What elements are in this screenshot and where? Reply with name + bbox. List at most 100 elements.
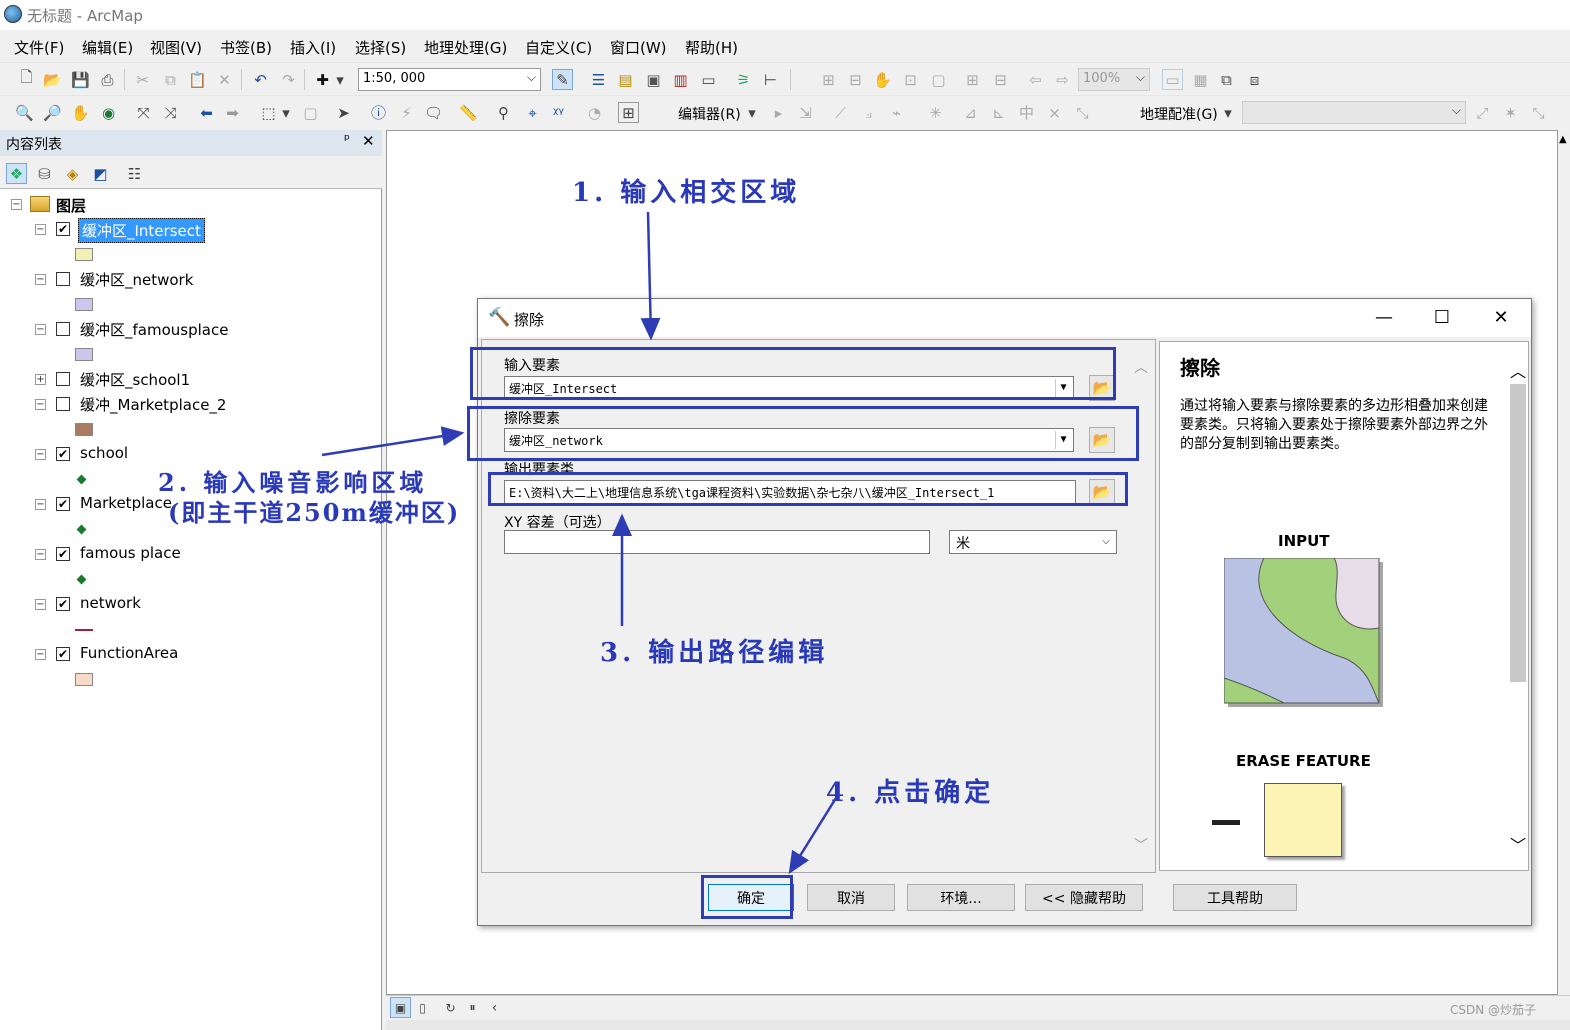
layer-visibility-checkbox[interactable]: ✔ <box>56 497 70 511</box>
cancel-button[interactable]: 取消 <box>807 884 895 911</box>
fixed-zoom-in-icon[interactable]: ⤧ <box>133 102 154 123</box>
redo-icon[interactable]: ↷ <box>278 69 299 90</box>
layer-visibility-checkbox[interactable]: ✔ <box>56 222 70 236</box>
time-slider-icon[interactable]: ◔ <box>584 102 605 123</box>
hide-help-button[interactable]: << 隐藏帮助 <box>1025 884 1143 911</box>
search-window-icon[interactable]: ▣ <box>643 69 664 90</box>
layer-symbol-swatch[interactable] <box>75 348 93 361</box>
pan-hand-icon[interactable]: ✋ <box>70 102 91 123</box>
layer-visibility-checkbox[interactable] <box>56 372 70 386</box>
chevron-down-icon[interactable]: ▾ <box>1222 102 1234 123</box>
measure-ruler-icon[interactable]: 📏 <box>458 102 479 123</box>
layer-expander[interactable]: − <box>35 324 46 335</box>
pause-drawing-icon[interactable]: ⏸ <box>462 997 483 1018</box>
zoom-percent-combo[interactable]: 100% ⌵ <box>1078 68 1150 91</box>
previous-extent-page-icon[interactable]: ⇦ <box>1025 69 1046 90</box>
zoom-out-page-icon[interactable]: ⊟ <box>990 69 1011 90</box>
menu-selection[interactable]: 选择(S) <box>355 37 406 58</box>
layer-name-school[interactable]: school <box>80 444 128 462</box>
layer-name-marketplace-buffer[interactable]: 缓冲_Marketplace_2 <box>80 394 226 415</box>
help-scrollbar[interactable]: ︿ ﹀ <box>1508 352 1528 868</box>
layer-expander[interactable]: − <box>35 224 46 235</box>
layer-name-network[interactable]: network <box>80 594 141 612</box>
open-folder-icon[interactable]: 📂 <box>42 69 63 90</box>
edit-vertices-icon[interactable]: ⊿ <box>960 102 981 123</box>
scroll-up-icon[interactable]: ︿ <box>1134 357 1148 377</box>
list-by-selection-icon[interactable]: ◩ <box>90 163 111 184</box>
copy-icon[interactable]: ⧉ <box>160 69 181 90</box>
scroll-up-icon[interactable]: ▲ <box>1559 134 1567 145</box>
menu-file[interactable]: 文件(F) <box>14 37 64 58</box>
model-builder-icon[interactable]: ⚞ <box>733 69 754 90</box>
layer-name-famous-place[interactable]: famous place <box>80 544 181 562</box>
zoom-100-icon[interactable]: ▢ <box>928 69 949 90</box>
zoom-in-page-icon[interactable]: ⊞ <box>962 69 983 90</box>
list-by-source-icon[interactable]: ⛁ <box>34 163 55 184</box>
create-viewer-icon[interactable]: ⊞ <box>618 102 639 123</box>
paste-icon[interactable]: 📋 <box>187 69 208 90</box>
data-view-icon[interactable]: ▣ <box>390 997 411 1018</box>
list-by-drawing-order-icon[interactable]: ❖ <box>6 163 27 184</box>
layer-name-network-buffer[interactable]: 缓冲区_network <box>80 269 193 290</box>
minimize-icon[interactable]: — <box>1364 305 1404 331</box>
new-document-icon[interactable]: 🗋 <box>16 68 37 90</box>
print-icon[interactable]: ⎙ <box>97 69 118 90</box>
layer-expander[interactable]: − <box>35 274 46 285</box>
menu-insert[interactable]: 插入(I) <box>290 37 336 58</box>
zoom-whole-page-icon[interactable]: ⊡ <box>900 69 921 90</box>
toggle-draft-mode-icon[interactable]: ▭ <box>1162 69 1183 90</box>
cut-icon[interactable]: ✂ <box>132 69 153 90</box>
menu-customize[interactable]: 自定义(C) <box>525 37 592 58</box>
menu-help[interactable]: 帮助(H) <box>685 37 738 58</box>
georeferencing-menu[interactable]: 地理配准(G) <box>1140 104 1218 124</box>
split-tool-icon[interactable]: ⨯ <box>1044 102 1065 123</box>
root-expander[interactable]: − <box>11 199 22 210</box>
layer-name-school-buffer[interactable]: 缓冲区_school1 <box>80 369 190 390</box>
arctoolbox-icon[interactable]: ▥ <box>670 69 691 90</box>
catalog-window-icon[interactable]: ▤ <box>615 69 636 90</box>
layer-visibility-checkbox[interactable]: ✔ <box>56 547 70 561</box>
scroll-left-icon[interactable]: ‹ <box>484 997 505 1018</box>
layer-expander[interactable]: − <box>35 549 46 560</box>
measure-icon[interactable]: ⊢ <box>760 69 781 90</box>
add-control-points-icon[interactable]: ⤢ <box>1472 102 1493 123</box>
layer-visibility-checkbox[interactable]: ✔ <box>56 597 70 611</box>
layer-symbol-swatch[interactable] <box>75 298 93 311</box>
find-binoculars-icon[interactable]: ⚲ <box>493 102 514 123</box>
refresh-icon[interactable]: ↻ <box>440 997 461 1018</box>
add-data-icon[interactable]: ✚ <box>312 69 333 90</box>
layer-name-functionarea[interactable]: FunctionArea <box>80 644 178 662</box>
pan-page-icon[interactable]: ✋ <box>872 69 893 90</box>
xy-unit-select[interactable]: 米 ⌵ <box>949 530 1117 554</box>
chevron-down-icon[interactable]: ▾ <box>746 102 758 123</box>
environments-button[interactable]: 环境... <box>907 884 1015 911</box>
chevron-down-icon[interactable]: ▾ <box>334 69 346 90</box>
back-arrow-icon[interactable]: ⬅ <box>196 102 217 123</box>
delete-icon[interactable]: ✕ <box>214 69 235 90</box>
layer-expander[interactable]: − <box>35 399 46 410</box>
layer-symbol-swatch[interactable] <box>75 423 93 436</box>
layer-expander[interactable]: − <box>35 599 46 610</box>
layer-expander[interactable]: − <box>35 499 46 510</box>
edit-annotation-icon[interactable]: ⇲ <box>795 102 816 123</box>
clear-selection-icon[interactable]: ▢ <box>300 102 321 123</box>
menu-windows[interactable]: 窗口(W) <box>610 37 667 58</box>
point-symbol-icon[interactable] <box>76 574 87 585</box>
line-symbol-icon[interactable] <box>75 629 93 631</box>
layer-visibility-checkbox[interactable]: ✔ <box>56 647 70 661</box>
endpoint-arc-icon[interactable]: ⟓ <box>858 102 879 123</box>
georef-rotate-icon[interactable]: ✶ <box>1500 102 1521 123</box>
zoom-out-fixed-icon[interactable]: ⊟ <box>845 69 866 90</box>
layer-expander[interactable]: − <box>35 649 46 660</box>
layer-expander[interactable]: − <box>35 449 46 460</box>
tool-help-button[interactable]: 工具帮助 <box>1173 884 1297 911</box>
cut-polygons-icon[interactable]: 中 <box>1016 102 1037 123</box>
data-driven-pages-icon[interactable]: ⧈ <box>1244 69 1265 90</box>
point-symbol-icon[interactable] <box>76 524 87 535</box>
georef-shift-icon[interactable]: ⤡ <box>1528 102 1549 123</box>
layer-symbol-swatch[interactable] <box>75 673 93 686</box>
close-icon[interactable]: ✕ <box>362 132 375 150</box>
layer-visibility-checkbox[interactable] <box>56 322 70 336</box>
maximize-icon[interactable]: ☐ <box>1422 305 1462 331</box>
scroll-down-icon[interactable]: ﹀ <box>1134 835 1148 855</box>
